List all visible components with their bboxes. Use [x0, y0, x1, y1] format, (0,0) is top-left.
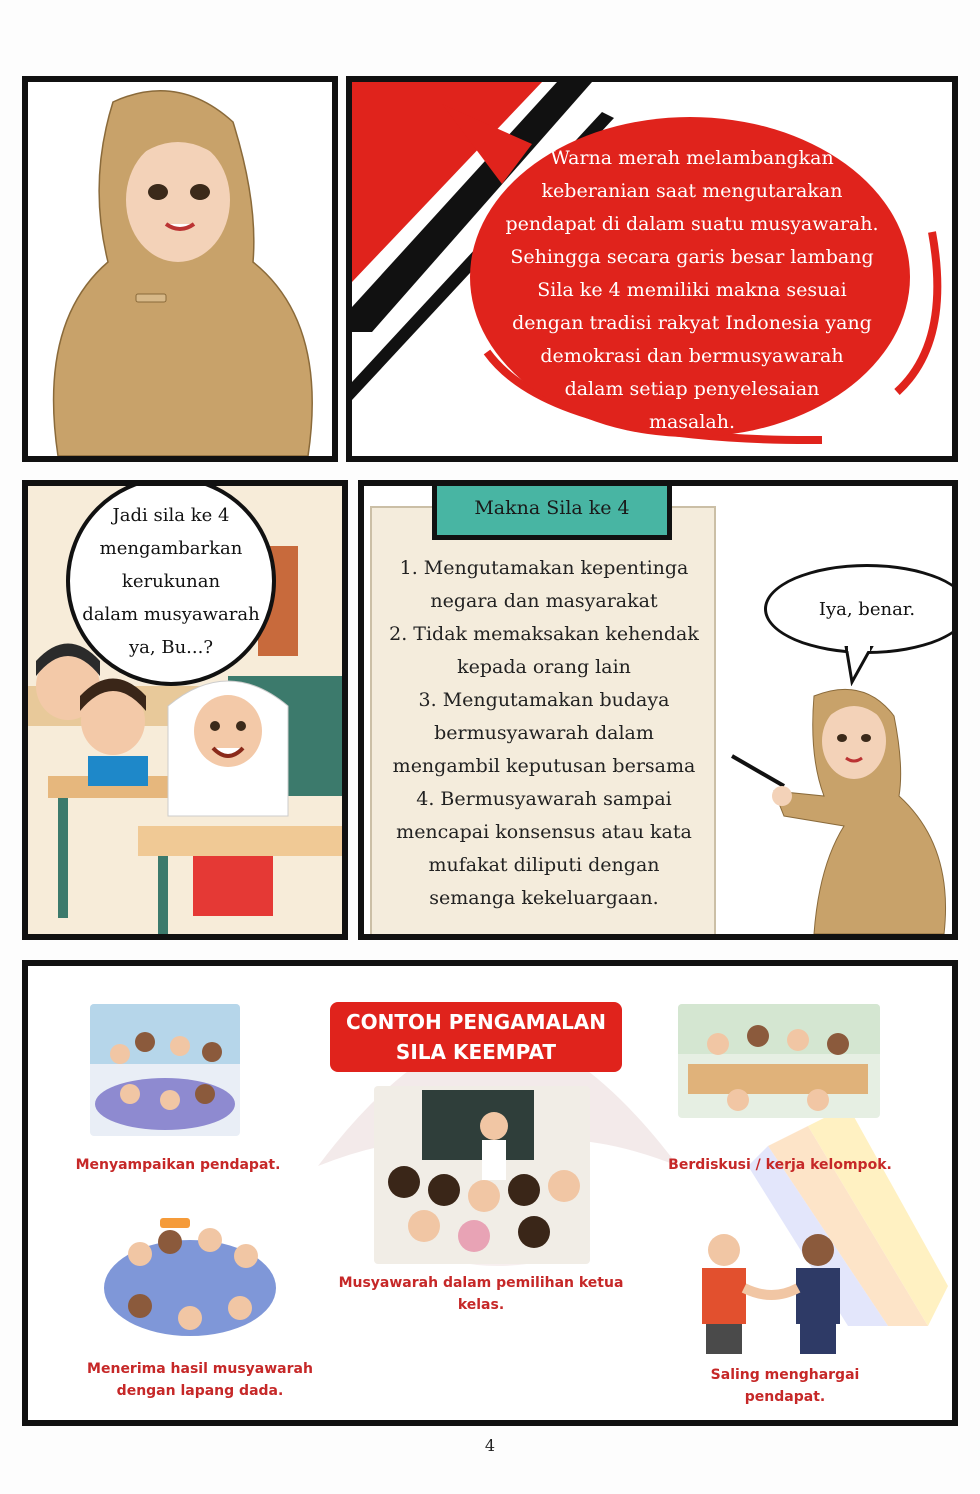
panel-meaning-board: Makna Sila ke 4 1. Mengutamakan kepentin… [358, 480, 958, 940]
panel-examples: CONTOH PENGAMALAN SILA KEEMPAT Menyampai… [22, 960, 958, 1426]
speech-line: demokrasi dan bermusyawarah [540, 345, 844, 367]
reply-speech-bubble: Iya, benar. [764, 564, 952, 654]
board-title-tab: Makna Sila ke 4 [432, 486, 672, 540]
image-expressing-opinion [90, 1004, 240, 1136]
speech-line: Warna merah melambangkan [550, 147, 834, 169]
speech-line: Sila ke 4 memiliki makna sesuai [537, 279, 847, 301]
caption-bottom-right: Saling menghargai pendapat. [710, 1367, 860, 1405]
caption-top-right: Berdiskusi / kerja kelompok. [668, 1157, 892, 1173]
panel-teacher-portrait [22, 76, 338, 462]
speech-line: dalam setiap penyelesaian [564, 378, 820, 400]
speech-line: dengan tradisi rakyat Indonesia yang [512, 312, 872, 334]
speech-line: Sehingga secara garis besar lambang [510, 246, 874, 268]
panel-classroom-question: Jadi sila ke 4 mengambarkan kerukunan da… [22, 480, 348, 940]
speech-line: masalah. [648, 411, 736, 433]
examples-banner: CONTOH PENGAMALAN SILA KEEMPAT [330, 1002, 622, 1072]
image-class-leader-election [374, 1086, 590, 1264]
list-line: mencapai konsensus atau kata [396, 821, 692, 843]
page-number: 4 [484, 1436, 496, 1455]
speech-line: keberanian saat mengutarakan [541, 180, 843, 202]
question-speech-bubble: Jadi sila ke 4 mengambarkan kerukunan da… [66, 486, 276, 686]
banner-line-2: SILA KEEMPAT [395, 1040, 557, 1064]
meaning-list: 1. Mengutamakan kepentinga negara dan ma… [374, 552, 714, 915]
list-line: 1. Mengutamakan kepentinga [399, 557, 689, 579]
list-line: 2. Tidak memaksakan kehendak [389, 623, 699, 645]
image-group-discussion [678, 1004, 880, 1118]
question-line: dalam musyawarah [82, 603, 260, 625]
image-accepting-result [100, 1214, 280, 1342]
panel-red-speech: Warna merah melambangkan keberanian saat… [346, 76, 958, 462]
question-line: Jadi sila ke 4 [112, 504, 230, 526]
question-line: kerukunan [121, 570, 221, 592]
list-line: mengambil keputusan bersama [392, 755, 696, 777]
banner-line-1: CONTOH PENGAMALAN [345, 1010, 607, 1034]
red-speech-text: Warna merah melambangkan keberanian saat… [492, 142, 892, 439]
list-line: 3. Mengutamakan budaya [418, 689, 670, 711]
teacher-illustration [52, 90, 313, 456]
question-line: mengambarkan [99, 537, 243, 559]
list-line: kepada orang lain [457, 656, 631, 678]
speech-line: pendapat di dalam suatu musyawarah. [505, 213, 879, 235]
list-line: negara dan masyarakat [430, 590, 658, 612]
caption-top-left: Menyampaikan pendapat. [75, 1157, 281, 1173]
list-line: mufakat diliputi dengan [428, 854, 660, 876]
list-line: 4. Bermusyawarah sampai [416, 788, 672, 810]
reply-text: Iya, benar. [818, 598, 916, 620]
teacher-pointing-illustration [731, 688, 947, 934]
board-title: Makna Sila ke 4 [474, 497, 630, 519]
caption-bottom-left: Menerima hasil musyawarah dengan lapang … [87, 1361, 313, 1399]
list-line: bermusyawarah dalam [434, 722, 654, 744]
caption-center: Musyawarah dalam pemilihan ketua kelas. [338, 1275, 624, 1313]
image-respecting-opinions [684, 1228, 864, 1356]
question-line: ya, Bu...? [129, 636, 213, 658]
list-line: semanga kekeluargaan. [429, 887, 659, 909]
reply-bubble-tail [844, 646, 874, 686]
